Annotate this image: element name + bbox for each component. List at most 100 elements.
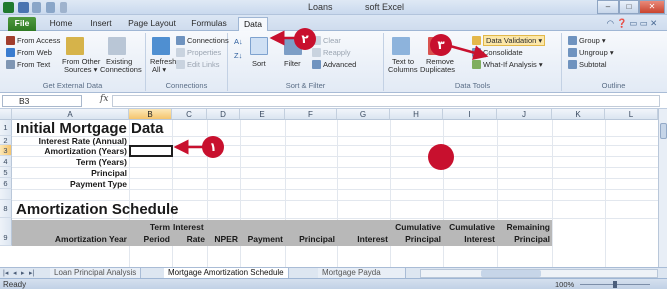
tab-home[interactable]: Home	[44, 17, 78, 31]
horizontal-scroll-thumb[interactable]	[481, 270, 541, 277]
sort-az-icon[interactable]: A↓	[234, 37, 243, 46]
zoom-slider-knob[interactable]	[613, 281, 617, 288]
label-principal[interactable]: Principal	[14, 168, 127, 178]
column-header-d[interactable]: D	[207, 109, 240, 120]
vertical-scroll-thumb[interactable]	[660, 123, 667, 139]
column-header-j[interactable]: J	[497, 109, 552, 120]
what-if-analysis-button[interactable]: What-If Analysis ▾	[483, 60, 543, 69]
sched-header-interest[interactable]: Interest	[338, 234, 388, 244]
sched-header-cum-principal[interactable]: Principal	[389, 234, 441, 244]
sched-header-cum-top-2[interactable]: Cumulative	[443, 222, 495, 232]
group-button[interactable]: Group ▾	[579, 36, 606, 45]
row-header-4[interactable]: 4	[0, 156, 12, 167]
existing-connections-label-2[interactable]: Connections	[100, 65, 142, 74]
label-amortization[interactable]: Amortization (Years)	[14, 146, 127, 156]
sched-header-remaining-principal[interactable]: Principal	[497, 234, 550, 244]
row-header-1[interactable]: 1	[0, 120, 12, 136]
properties-button[interactable]: Properties	[187, 48, 221, 57]
window-title-left: Loans	[308, 2, 333, 12]
column-header-k[interactable]: K	[552, 109, 605, 120]
subtotal-button[interactable]: Subtotal	[579, 60, 607, 69]
sheet-title-cell[interactable]: Initial Mortgage Data	[16, 120, 164, 137]
redo-icon[interactable]	[46, 2, 55, 13]
row-header-2[interactable]: 2	[0, 136, 12, 145]
data-validation-button[interactable]: Data Validation ▾	[483, 35, 546, 46]
group-label-connections: Connections	[165, 81, 208, 90]
tab-data[interactable]: Data	[238, 17, 268, 31]
reapply-button[interactable]: Reapply	[323, 48, 351, 57]
refresh-all-label-2[interactable]: All ▾	[152, 65, 166, 74]
vertical-scrollbar[interactable]	[658, 109, 667, 267]
what-if-icon	[472, 60, 481, 69]
edit-links-button[interactable]: Edit Links	[187, 60, 220, 69]
access-icon	[6, 36, 15, 45]
consolidate-button[interactable]: Consolidate	[483, 48, 523, 57]
advanced-button[interactable]: Advanced	[323, 60, 356, 69]
insert-function-icon[interactable]: fx	[100, 94, 108, 104]
clear-button[interactable]: Clear	[323, 36, 341, 45]
schedule-title-cell[interactable]: Amortization Schedule	[16, 201, 179, 218]
customize-toolbar-icon[interactable]	[60, 2, 67, 13]
active-cell-b3[interactable]	[129, 145, 173, 157]
save-icon[interactable]	[18, 2, 29, 13]
sched-header-interest-top[interactable]: Interest	[173, 222, 206, 232]
tab-page-layout[interactable]: Page Layout	[124, 17, 180, 31]
sched-header-cum-top-1[interactable]: Cumulative	[389, 222, 441, 232]
column-header-e[interactable]: E	[240, 109, 285, 120]
row-header-7[interactable]	[0, 189, 12, 200]
connections-button[interactable]: Connections	[187, 36, 229, 45]
column-header-b[interactable]: B	[129, 109, 172, 120]
column-header-h[interactable]: H	[390, 109, 443, 120]
remove-duplicates-label-2[interactable]: Duplicates	[420, 65, 455, 74]
undo-icon[interactable]	[32, 2, 41, 13]
filter-button[interactable]: Filter	[284, 59, 301, 68]
row-header-8[interactable]: 8	[0, 200, 12, 218]
sort-za-icon[interactable]: Z↓	[234, 51, 242, 60]
sched-header-amort-year[interactable]: Amortization Year	[14, 234, 127, 244]
column-header-l[interactable]: L	[605, 109, 658, 120]
tab-formulas[interactable]: Formulas	[186, 17, 232, 31]
close-button[interactable]: ✕	[639, 0, 665, 14]
column-header-g[interactable]: G	[337, 109, 390, 120]
column-header-f[interactable]: F	[285, 109, 337, 120]
ungroup-button[interactable]: Ungroup ▾	[579, 48, 614, 57]
select-all-corner[interactable]	[0, 109, 12, 120]
sched-header-payment[interactable]: Payment	[241, 234, 283, 244]
from-access-button[interactable]: From Access	[17, 36, 60, 45]
help-icons[interactable]: ◠ ❓ ▭ ▭ ✕	[600, 17, 664, 31]
maximize-button[interactable]: □	[619, 0, 639, 14]
from-web-button[interactable]: From Web	[17, 48, 52, 57]
row-header-9[interactable]: 9	[0, 218, 12, 246]
from-text-button[interactable]: From Text	[17, 60, 50, 69]
edit-links-icon	[176, 60, 185, 69]
sched-header-term-top[interactable]: Term	[130, 222, 170, 232]
sched-header-remaining-top[interactable]: Remaining	[497, 222, 550, 232]
zoom-level[interactable]: 100%	[555, 280, 574, 289]
sched-header-nper[interactable]: NPER	[208, 234, 238, 244]
subtotal-icon	[568, 60, 577, 69]
sched-header-cum-interest[interactable]: Interest	[443, 234, 495, 244]
row-header-5[interactable]: 5	[0, 167, 12, 178]
column-header-i[interactable]: I	[443, 109, 497, 120]
horizontal-scrollbar[interactable]	[420, 269, 658, 278]
name-box[interactable]: B3	[2, 95, 82, 107]
worksheet-grid[interactable]: A B C D E F G H I J K L 1 2 3 4 5 6 8 9 …	[0, 109, 658, 267]
from-other-sources-label-2[interactable]: Sources ▾	[64, 65, 97, 74]
column-header-a[interactable]: A	[12, 109, 129, 120]
column-header-c[interactable]: C	[172, 109, 207, 120]
sched-header-period[interactable]: Period	[130, 234, 170, 244]
tab-file[interactable]: File	[8, 17, 36, 31]
label-term[interactable]: Term (Years)	[14, 157, 127, 167]
ribbon-tab-row: File Home Insert Page Layout Formulas Da…	[0, 15, 667, 31]
row-header-6[interactable]: 6	[0, 178, 12, 189]
sched-header-principal[interactable]: Principal	[286, 234, 335, 244]
minimize-button[interactable]: –	[597, 0, 619, 14]
sort-button[interactable]: Sort	[252, 59, 266, 68]
label-payment-type[interactable]: Payment Type	[14, 179, 127, 189]
tab-insert[interactable]: Insert	[84, 17, 118, 31]
text-to-columns-label-2[interactable]: Columns	[388, 65, 418, 74]
formula-input[interactable]	[112, 95, 660, 107]
row-header-3[interactable]: 3	[0, 145, 12, 156]
sched-header-rate[interactable]: Rate	[173, 234, 205, 244]
label-interest-rate[interactable]: Interest Rate (Annual)	[14, 136, 127, 146]
